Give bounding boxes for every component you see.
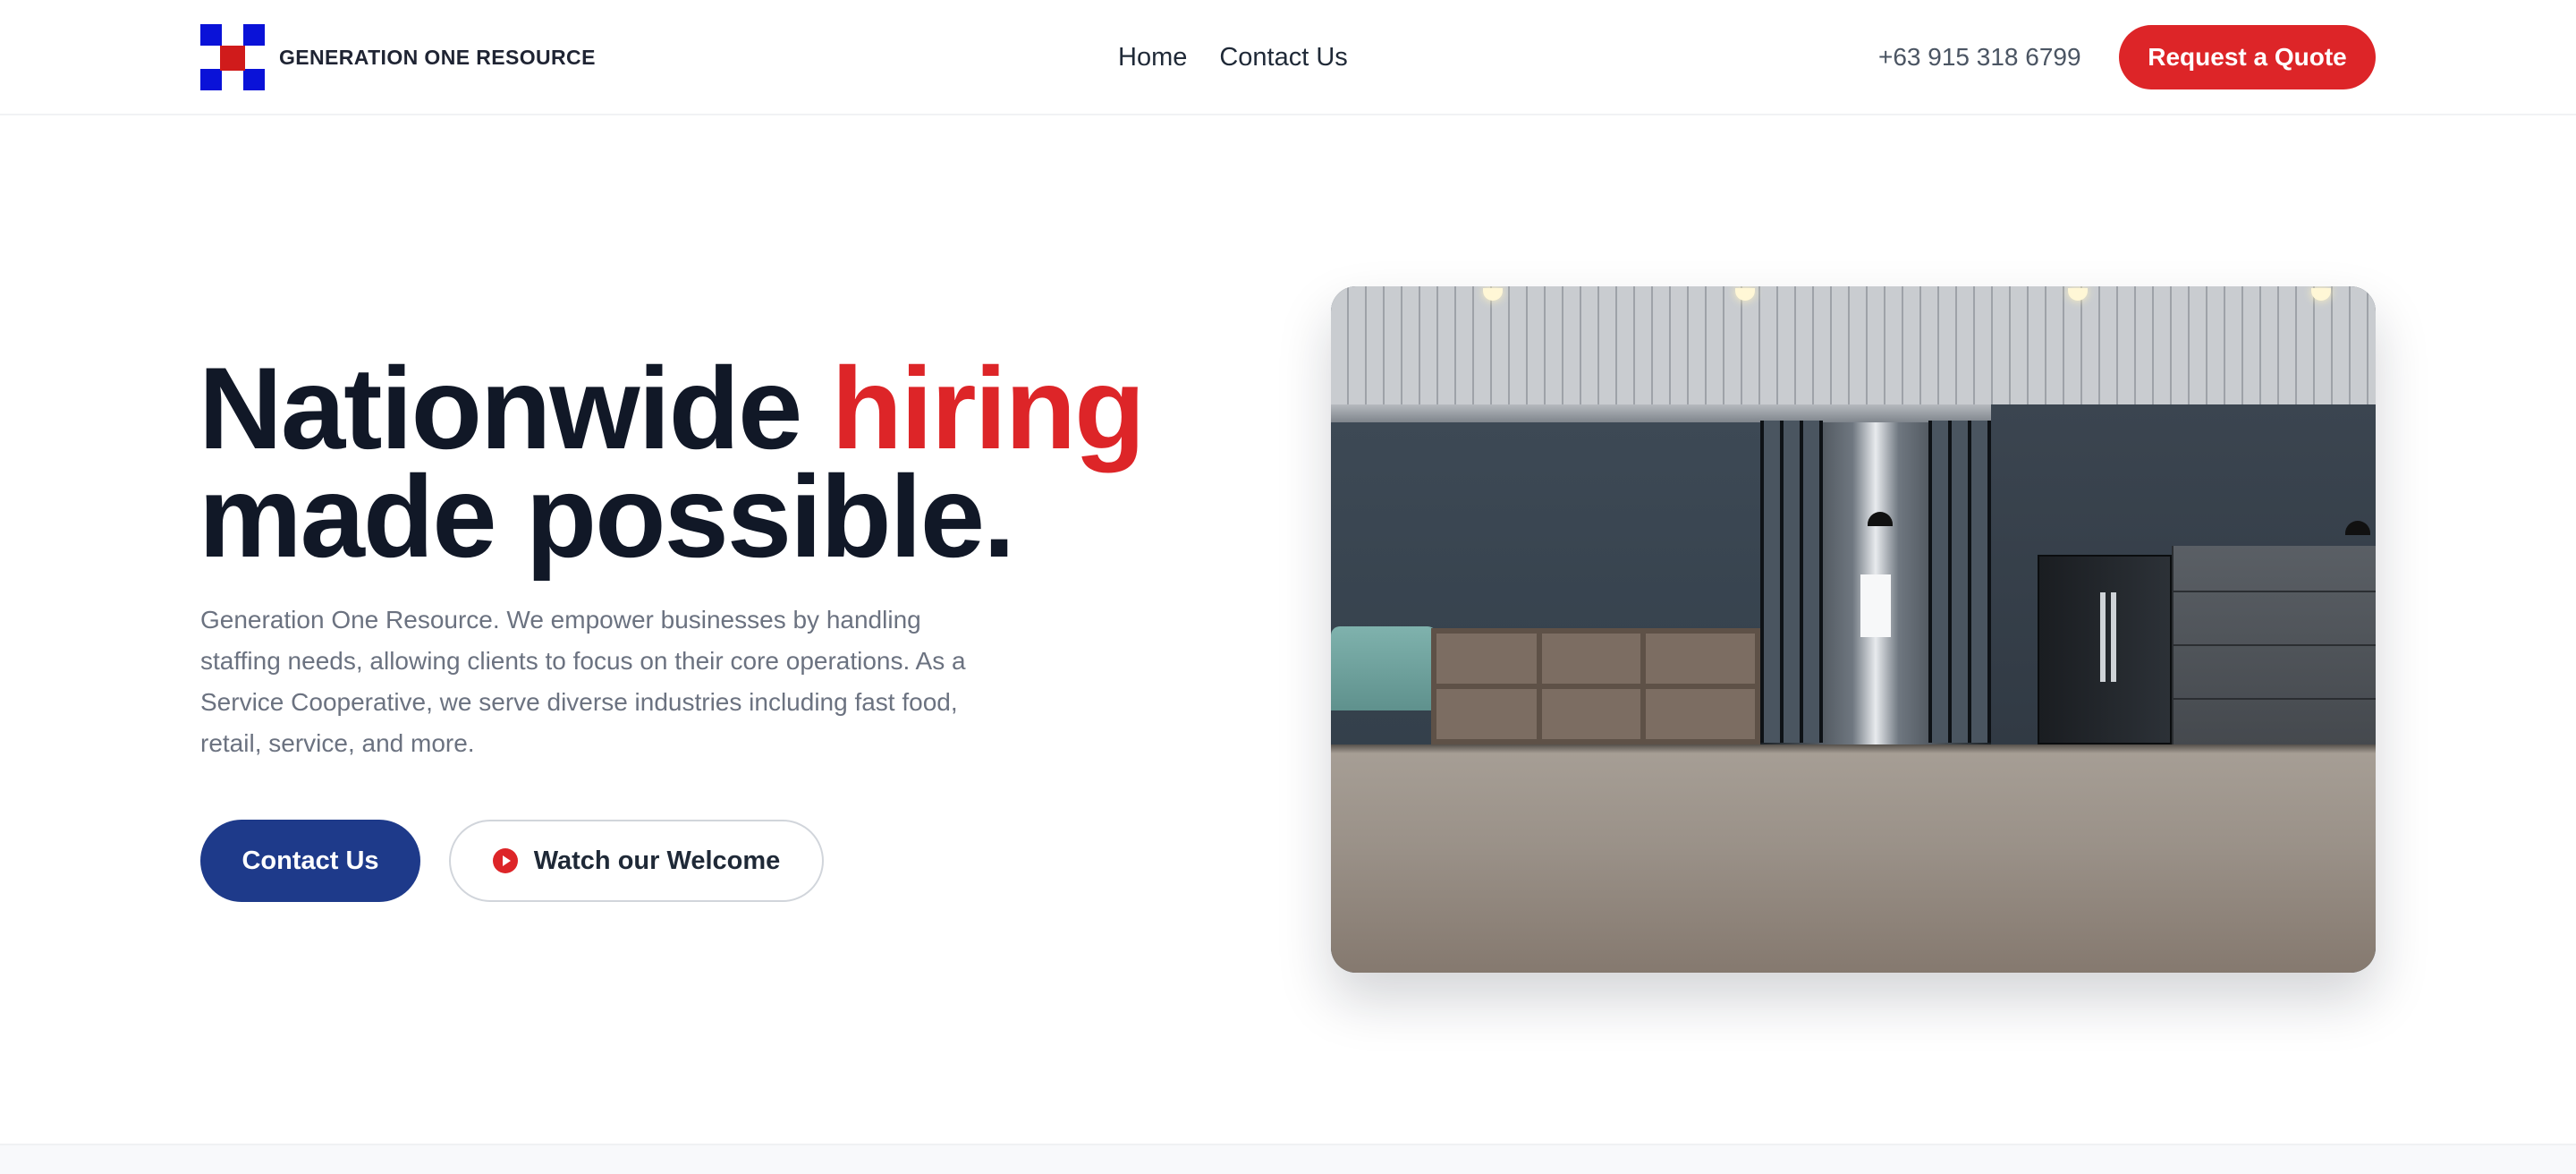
brand-link[interactable]: GENERATION ONE RESOURCE xyxy=(200,24,596,90)
hero-description: Generation One Resource. We empower busi… xyxy=(200,606,966,757)
shelf-unit xyxy=(1431,628,1760,744)
next-section-edge xyxy=(0,1144,2576,1174)
contact-us-button[interactable]: Contact Us xyxy=(200,820,420,902)
watch-welcome-button[interactable]: Watch our Welcome xyxy=(449,820,824,902)
floor xyxy=(1331,744,2376,973)
hero-headline: Nationwide hiring made possible. xyxy=(199,350,1272,574)
office-hero-image xyxy=(1331,286,2376,973)
ceiling xyxy=(1331,286,2376,422)
refrigerator xyxy=(2038,555,2172,744)
play-circle-icon xyxy=(492,848,518,873)
sofa xyxy=(1331,626,1436,710)
nav-item-contact-us[interactable]: Contact Us xyxy=(1219,43,1347,72)
main-nav: Home Contact Us xyxy=(1118,0,1348,115)
headline-text-2: made possible. xyxy=(199,451,1015,582)
company-logo-icon xyxy=(200,24,265,90)
site-header: GENERATION ONE RESOURCE Home Contact Us … xyxy=(0,0,2576,115)
kitchen-cabinets xyxy=(2172,546,2376,744)
glass-partition-right xyxy=(1928,421,1991,743)
phone-number[interactable]: +63 915 318 6799 xyxy=(1878,0,2081,115)
request-quote-button[interactable]: Request a Quote xyxy=(2119,25,2376,89)
watch-welcome-label: Watch our Welcome xyxy=(533,846,781,875)
nav-item-home[interactable]: Home xyxy=(1118,43,1187,72)
brand-name: GENERATION ONE RESOURCE xyxy=(279,45,596,69)
glass-partition-left xyxy=(1760,421,1823,743)
